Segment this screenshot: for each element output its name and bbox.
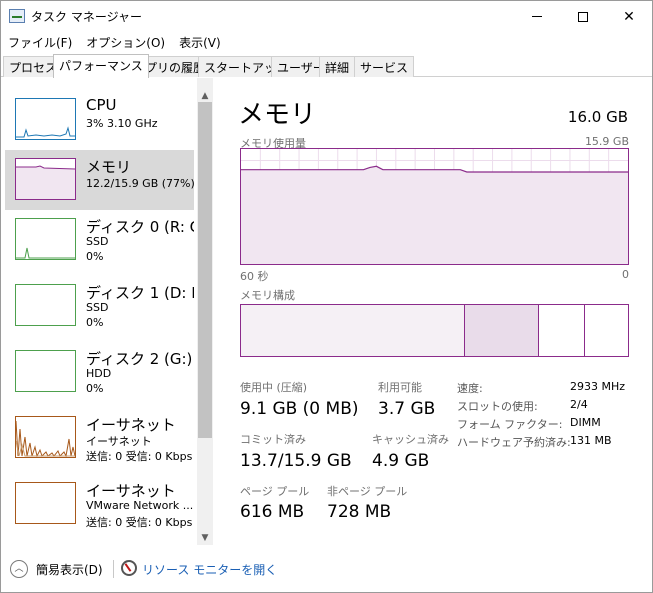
graph-time-left: 60 秒 [240, 270, 269, 283]
chevron-up-icon[interactable]: ︿ [10, 560, 28, 578]
sidebar-item-title: イーサネット [86, 416, 176, 434]
sidebar-item-subtitle: 3% 3.10 GHz [86, 117, 158, 130]
sidebar-item-title: イーサネット [86, 482, 176, 500]
committed-value: 13.7/15.9 GB [240, 451, 352, 471]
memory-usage-graph [240, 148, 629, 265]
usage-graph-svg [241, 149, 628, 264]
memory-composition-bar[interactable] [240, 304, 629, 357]
in-use-value: 9.1 GB (0 MB) [240, 399, 359, 419]
resource-total: 16.0 GB [567, 108, 628, 126]
ethernet2-thumbnail-graph [15, 482, 76, 524]
spec-form-factor-label: フォーム ファクター: [457, 418, 563, 431]
spec-slots-value: 2/4 [570, 398, 588, 411]
spec-slots-label: スロットの使用: [457, 400, 538, 413]
paged-pool-label: ページ プール [240, 485, 310, 498]
sidebar-item-usage: 0% [86, 316, 104, 329]
composition-free[interactable] [585, 305, 628, 356]
ethernet1-thumbnail-graph [15, 416, 76, 458]
graph-time-right: 0 [622, 268, 629, 281]
resource-monitor-icon[interactable] [121, 560, 137, 576]
disk0-thumbnail-graph [15, 218, 76, 260]
scroll-down-arrow-icon[interactable]: ▼ [197, 530, 213, 546]
spec-reserved-value: 131 MB [570, 434, 612, 447]
composition-label: メモリ構成 [240, 289, 295, 302]
open-resource-monitor-link[interactable]: リソース モニターを開く [142, 561, 277, 578]
sidebar-item-title: ディスク 2 (G:) [86, 350, 193, 368]
sidebar-item-cpu[interactable]: CPU 3% 3.10 GHz [5, 90, 194, 150]
tab-bar: プロセス パフォーマンス アプリの履歴 スタートアップ ユーザー 詳細 サービス [1, 54, 652, 78]
sidebar-item-title: ディスク 0 (R: C: E [86, 218, 194, 236]
cpu-thumbnail-graph [15, 98, 76, 140]
sidebar-item-title: ディスク 1 (D: F: X [86, 284, 194, 302]
spec-speed-label: 速度: [457, 382, 483, 395]
committed-label: コミット済み [240, 433, 306, 446]
tab-performance[interactable]: パフォーマンス [53, 54, 149, 78]
maximize-icon [578, 11, 588, 22]
sidebar-item-subtitle: 12.2/15.9 GB (77%) [86, 177, 194, 190]
sidebar-item-title: CPU [86, 96, 117, 114]
sidebar-item-throughput: 送信: 0 受信: 0 Kbps [86, 450, 193, 463]
spec-form-factor-value: DIMM [570, 416, 601, 429]
minimize-button[interactable] [514, 1, 560, 32]
minimize-icon [532, 16, 542, 17]
menu-bar: ファイル(F) オプション(O) 表示(V) [1, 32, 228, 52]
sidebar-item-memory[interactable]: メモリ 12.2/15.9 GB (77%) [5, 150, 194, 210]
sidebar-scrollbar[interactable]: ▲ ▼ [197, 78, 213, 545]
task-manager-icon [9, 9, 25, 23]
menu-file[interactable]: ファイル(F) [1, 32, 79, 52]
sidebar-item-throughput: 送信: 0 受信: 0 Kbps [86, 516, 193, 529]
sidebar-item-type: SSD [86, 235, 109, 248]
nonpaged-pool-value: 728 MB [327, 502, 392, 522]
tab-services[interactable]: サービス [354, 56, 415, 77]
sidebar-item-ethernet-1[interactable]: イーサネット イーサネット 送信: 0 受信: 0 Kbps [5, 408, 194, 468]
cached-value: 4.9 GB [372, 451, 430, 471]
menu-view[interactable]: 表示(V) [172, 32, 228, 52]
footer-bar: ︿ 簡易表示(D) リソース モニターを開く [1, 548, 652, 592]
footer-divider [113, 560, 114, 578]
sidebar-item-type: SSD [86, 301, 109, 314]
fewer-details-button[interactable]: 簡易表示(D) [36, 561, 103, 578]
task-manager-window: タスク マネージャー ✕ ファイル(F) オプション(O) 表示(V) プロセス… [0, 0, 653, 593]
resource-title: メモリ [238, 100, 317, 130]
sidebar-item-usage: 0% [86, 250, 104, 263]
title-bar[interactable]: タスク マネージャー ✕ [1, 1, 652, 32]
composition-standby[interactable] [539, 305, 585, 356]
window-title: タスク マネージャー [31, 10, 142, 24]
maximize-button[interactable] [560, 1, 606, 32]
scroll-thumb[interactable] [198, 102, 212, 438]
performance-sidebar: CPU 3% 3.10 GHz メモリ 12.2/15.9 GB (77%) デ… [1, 78, 214, 545]
spec-speed-value: 2933 MHz [570, 380, 626, 393]
tab-details[interactable]: 詳細 [319, 56, 356, 77]
sidebar-item-adapter: イーサネット [86, 435, 152, 448]
sidebar-item-adapter: VMware Network ... [86, 499, 194, 512]
sidebar-item-type: HDD [86, 367, 112, 380]
close-icon: ✕ [623, 8, 635, 25]
composition-in-use[interactable] [241, 305, 465, 356]
sidebar-item-title: メモリ [86, 158, 132, 176]
sidebar-item-usage: 0% [86, 382, 104, 395]
paged-pool-value: 616 MB [240, 502, 305, 522]
memory-thumbnail-graph [15, 158, 76, 200]
available-value: 3.7 GB [378, 399, 436, 419]
memory-detail-panel: メモリ 16.0 GB メモリ使用量 15.9 GB 60 秒 0 メモリ構成 … [222, 78, 652, 545]
sidebar-item-ethernet-2[interactable]: イーサネット VMware Network ... 送信: 0 受信: 0 Kb… [5, 474, 194, 534]
nonpaged-pool-label: 非ページ プール [327, 485, 408, 498]
composition-modified[interactable] [465, 305, 539, 356]
in-use-label: 使用中 (圧縮) [240, 381, 308, 394]
disk2-thumbnail-graph [15, 350, 76, 392]
cached-label: キャッシュ済み [372, 433, 449, 446]
disk1-thumbnail-graph [15, 284, 76, 326]
spec-reserved-label: ハードウェア予約済み: [457, 436, 571, 449]
close-button[interactable]: ✕ [606, 1, 652, 32]
usage-graph-max: 15.9 GB [584, 135, 629, 148]
menu-options[interactable]: オプション(O) [79, 32, 172, 52]
sidebar-item-disk-1[interactable]: ディスク 1 (D: F: X SSD 0% [5, 276, 194, 336]
sidebar-item-disk-2[interactable]: ディスク 2 (G:) HDD 0% [5, 342, 194, 402]
usage-area [241, 166, 628, 264]
available-label: 利用可能 [378, 381, 422, 394]
sidebar-item-disk-0[interactable]: ディスク 0 (R: C: E SSD 0% [5, 210, 194, 270]
